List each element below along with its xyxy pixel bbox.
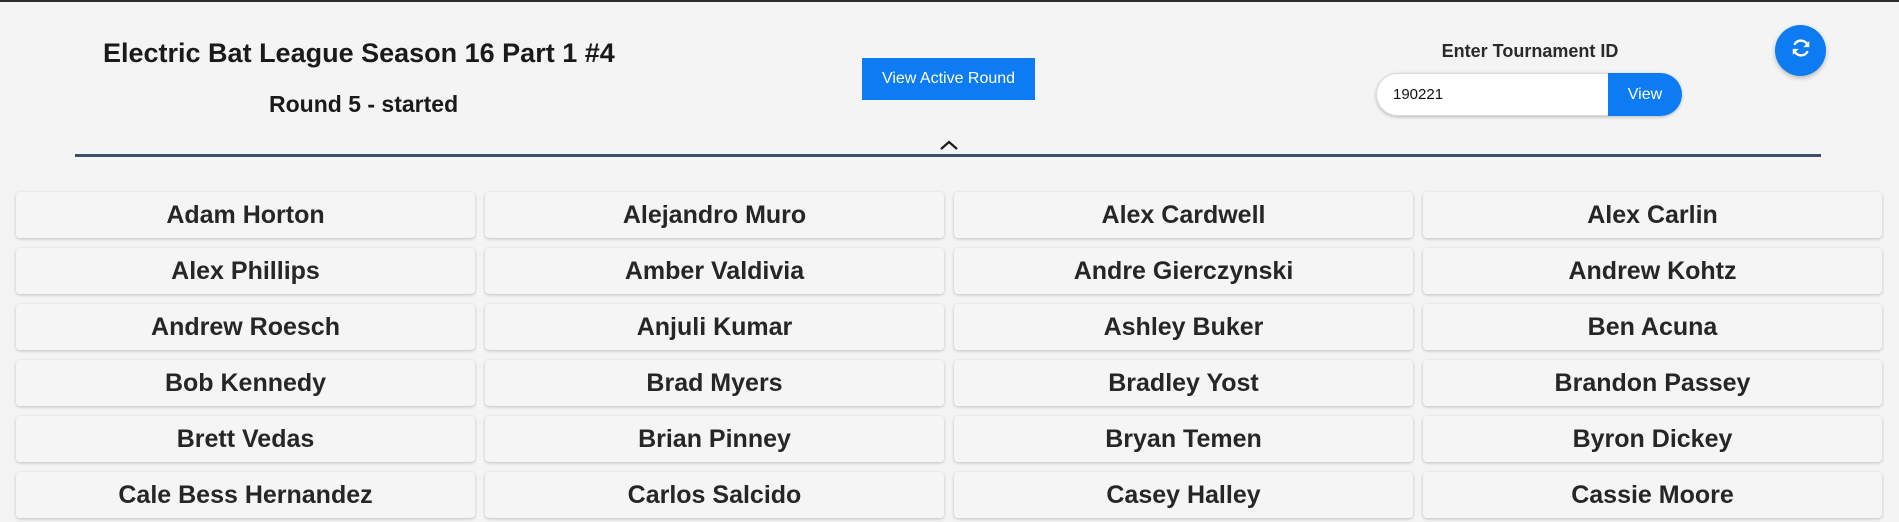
player-card[interactable]: Ben Acuna [1423,304,1882,350]
player-card[interactable]: Brian Pinney [485,416,944,462]
player-card[interactable]: Andre Gierczynski [954,248,1413,294]
tournament-id-label: Enter Tournament ID [1441,41,1619,61]
refresh-button[interactable] [1775,25,1826,76]
player-grid: Adam Horton Alejandro Muro Alex Cardwell Al… [16,192,1882,518]
player-card[interactable]: Casey Halley [954,472,1413,518]
player-card[interactable]: Alex Carlin [1423,192,1882,238]
player-card[interactable]: Cassie Moore [1423,472,1882,518]
player-card[interactable]: Anjuli Kumar [485,304,944,350]
player-card[interactable]: Carlos Salcido [485,472,944,518]
player-card[interactable]: Byron Dickey [1423,416,1882,462]
player-card[interactable]: Cale Bess Hernandez [16,472,475,518]
player-card[interactable]: Adam Horton [16,192,475,238]
player-card[interactable]: Amber Valdivia [485,248,944,294]
view-active-round-button[interactable]: View Active Round [862,58,1035,100]
player-card[interactable]: Alex Phillips [16,248,475,294]
player-card[interactable]: Brett Vedas [16,416,475,462]
tournament-id-form: View [1376,73,1682,116]
player-card[interactable]: Bob Kennedy [16,360,475,406]
page-header: Electric Bat League Season 16 Part 1 #4 … [0,2,1899,162]
header-divider [75,154,1821,157]
refresh-icon [1790,37,1812,64]
round-status: Round 5 - started [269,91,459,117]
player-card[interactable]: Andrew Kohtz [1423,248,1882,294]
player-card[interactable]: Bradley Yost [954,360,1413,406]
player-card[interactable]: Bryan Temen [954,416,1413,462]
player-card[interactable]: Alejandro Muro [485,192,944,238]
player-card[interactable]: Andrew Roesch [16,304,475,350]
player-card[interactable]: Ashley Buker [954,304,1413,350]
tournament-id-input[interactable] [1376,73,1608,116]
player-card[interactable]: Brandon Passey [1423,360,1882,406]
player-card[interactable]: Alex Cardwell [954,192,1413,238]
player-card[interactable]: Brad Myers [485,360,944,406]
chevron-up-icon[interactable] [938,138,960,152]
tournament-title: Electric Bat League Season 16 Part 1 #4 [103,38,615,68]
view-tournament-button[interactable]: View [1608,73,1682,116]
